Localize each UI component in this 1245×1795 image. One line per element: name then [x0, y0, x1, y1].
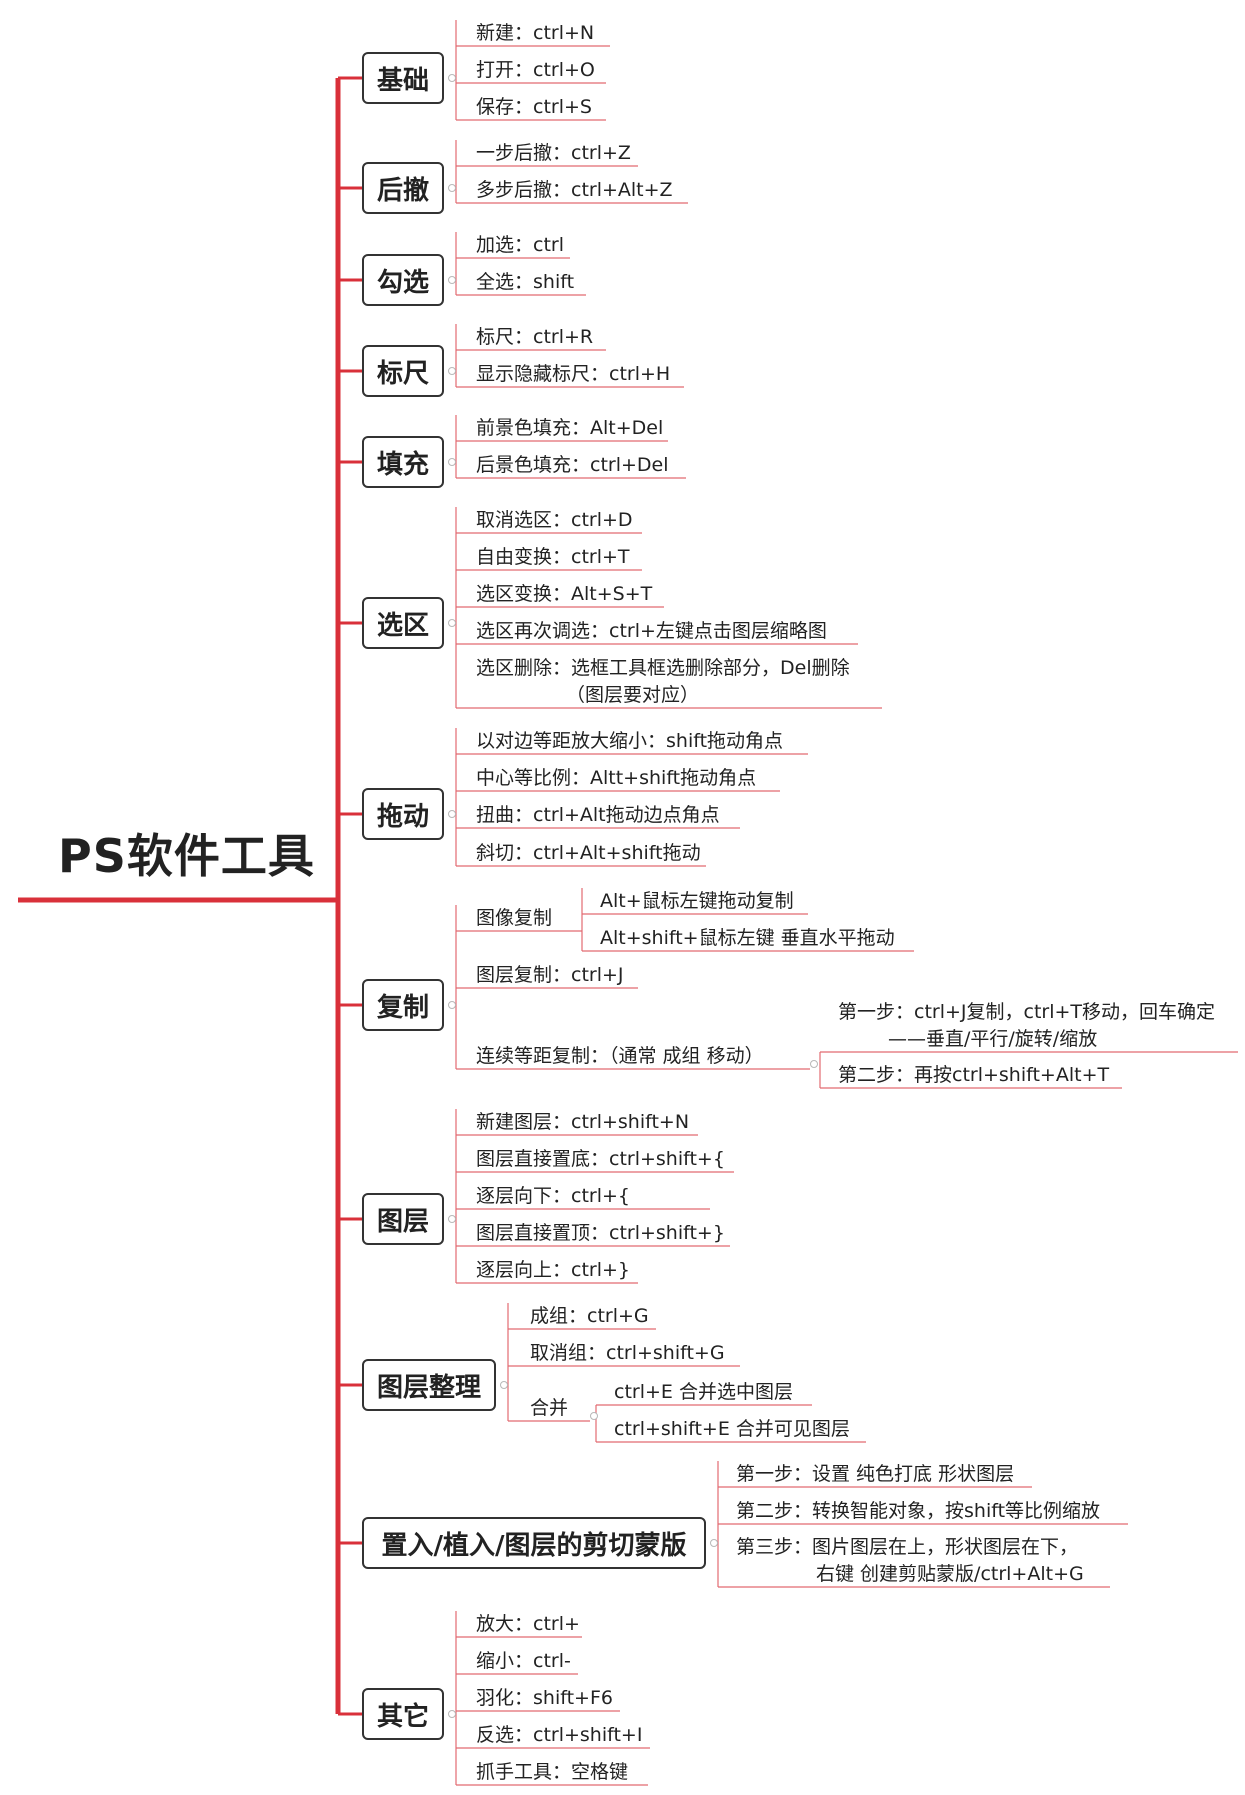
- collapse-toggle-icon[interactable]: [448, 367, 456, 375]
- category-node[interactable]: 图层整理: [362, 1359, 496, 1411]
- leaf-item: 图层复制：ctrl+J: [476, 964, 624, 986]
- leaf-item: 保存：ctrl+S: [476, 96, 592, 118]
- leaf-item: 选区再次调选：ctrl+左键点击图层缩略图: [476, 620, 827, 642]
- collapse-toggle-icon[interactable]: [500, 1381, 508, 1389]
- leaf-item: 以对边等距放大缩小：shift拖动角点: [476, 730, 784, 752]
- collapse-toggle-icon[interactable]: [710, 1539, 718, 1547]
- leaf-item: Alt+鼠标左键拖动复制: [600, 890, 794, 912]
- leaf-item: 取消组：ctrl+shift+G: [530, 1342, 725, 1364]
- leaf-item: 图层直接置底：ctrl+shift+{: [476, 1148, 725, 1170]
- mind-map-canvas: PS软件工具 基础 新建：ctrl+N 打开：ctrl+O 保存：ctrl+S 后撤 一步…: [0, 0, 1245, 1795]
- leaf-item: 多步后撤：ctrl+Alt+Z: [476, 179, 673, 201]
- leaf-item: ——垂直/平行/旋转/缩放: [888, 1028, 1098, 1050]
- leaf-item: 扭曲：ctrl+Alt拖动边点角点: [476, 804, 720, 826]
- sub-branch-label: 图像复制: [476, 907, 553, 929]
- collapse-toggle-icon[interactable]: [448, 1215, 456, 1223]
- collapse-toggle-icon[interactable]: [448, 1710, 456, 1718]
- category-node[interactable]: 其它: [362, 1688, 444, 1740]
- category-node[interactable]: 复制: [362, 979, 444, 1031]
- leaf-item: 新建：ctrl+N: [476, 22, 595, 44]
- root-title: PS软件工具: [58, 829, 315, 883]
- leaf-item: 图层直接置顶：ctrl+shift+}: [476, 1222, 725, 1244]
- leaf-item: 前景色填充：Alt+Del: [476, 417, 664, 439]
- leaf-item: 羽化：shift+F6: [476, 1687, 613, 1709]
- collapse-toggle-icon[interactable]: [448, 458, 456, 466]
- category-node[interactable]: 基础: [362, 52, 444, 104]
- leaf-item: 选区变换：Alt+S+T: [476, 583, 653, 605]
- collapse-toggle-icon[interactable]: [448, 74, 456, 82]
- leaf-item: 第一步：设置 纯色打底 形状图层: [736, 1463, 1015, 1485]
- leaf-item: 中心等比例：Altt+shift拖动角点: [476, 767, 757, 789]
- sub-branch-label: 连续等距复制：（通常 成组 移动）: [476, 1045, 764, 1067]
- leaf-item: 放大：ctrl+: [476, 1613, 580, 1635]
- leaf-item-continuation: 右键 创建剪贴蒙版/ctrl+Alt+G: [816, 1563, 1084, 1585]
- leaf-item: 第二步：转换智能对象，按shift等比例缩放: [736, 1500, 1101, 1522]
- category-node[interactable]: 图层: [362, 1193, 444, 1245]
- leaf-item: 打开：ctrl+O: [476, 59, 595, 81]
- leaf-item: Alt+shift+鼠标左键 垂直水平拖动: [600, 927, 895, 949]
- leaf-item: 斜切：ctrl+Alt+shift拖动: [476, 842, 701, 864]
- leaf-item: 逐层向下：ctrl+{: [476, 1185, 630, 1207]
- collapse-toggle-icon[interactable]: [448, 619, 456, 627]
- leaf-item: 显示隐藏标尺：ctrl+H: [476, 363, 671, 385]
- leaf-item-continuation: （图层要对应）: [566, 684, 700, 706]
- category-node[interactable]: 填充: [362, 436, 444, 488]
- category-node[interactable]: 拖动: [362, 788, 444, 840]
- leaf-item: 反选：ctrl+shift+I: [476, 1724, 643, 1746]
- leaf-item: ctrl+E 合并选中图层: [614, 1381, 793, 1403]
- leaf-item: 选区删除：选框工具框选删除部分，Del删除: [476, 657, 850, 679]
- collapse-toggle-icon[interactable]: [590, 1412, 598, 1420]
- category-node[interactable]: 后撤: [362, 162, 444, 214]
- leaf-item: ctrl+shift+E 合并可见图层: [614, 1418, 850, 1440]
- leaf-item: 加选：ctrl: [476, 234, 564, 256]
- leaf-item: 取消选区：ctrl+D: [476, 509, 633, 531]
- leaf-item: 第二步：再按ctrl+shift+Alt+T: [838, 1064, 1110, 1086]
- category-node[interactable]: 标尺: [362, 345, 444, 397]
- leaf-item: 后景色填充：ctrl+Del: [476, 454, 669, 476]
- leaf-item: 自由变换：ctrl+T: [476, 546, 630, 568]
- collapse-toggle-icon[interactable]: [448, 276, 456, 284]
- leaf-item: 标尺：ctrl+R: [476, 326, 594, 348]
- leaf-item: 抓手工具：空格键: [476, 1761, 629, 1783]
- leaf-item: 全选：shift: [476, 271, 575, 293]
- leaf-item: 第一步：ctrl+J复制，ctrl+T移动，回车确定: [838, 1001, 1216, 1023]
- leaf-item: 成组：ctrl+G: [530, 1305, 649, 1327]
- leaf-item: 一步后撤：ctrl+Z: [476, 142, 631, 164]
- leaf-item: 新建图层：ctrl+shift+N: [476, 1111, 690, 1133]
- collapse-toggle-icon[interactable]: [448, 1001, 456, 1009]
- category-node[interactable]: 选区: [362, 597, 444, 649]
- leaf-item: 逐层向上：ctrl+}: [476, 1259, 630, 1281]
- category-node[interactable]: 勾选: [362, 254, 444, 306]
- collapse-toggle-icon[interactable]: [448, 810, 456, 818]
- category-node[interactable]: 置入/植入/图层的剪切蒙版: [362, 1517, 706, 1569]
- sub-branch-label: 合并: [530, 1397, 569, 1419]
- leaf-item: 第三步：图片图层在上，形状图层在下，: [736, 1536, 1079, 1558]
- collapse-toggle-icon[interactable]: [810, 1060, 818, 1068]
- leaf-item: 缩小：ctrl-: [476, 1650, 571, 1672]
- collapse-toggle-icon[interactable]: [448, 184, 456, 192]
